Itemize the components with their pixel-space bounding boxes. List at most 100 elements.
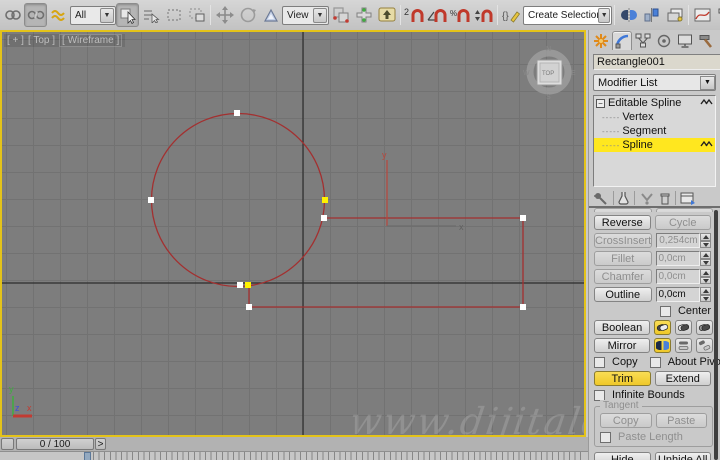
- bind-to-space-warp-icon[interactable]: [47, 3, 70, 27]
- fillet-value[interactable]: 0,0cm: [655, 251, 700, 266]
- rectangular-selection-region-icon[interactable]: [162, 3, 185, 27]
- unlink-selection-icon[interactable]: [24, 3, 47, 27]
- viewcube-south[interactable]: S: [546, 94, 551, 101]
- spinner-arrows[interactable]: [700, 233, 711, 248]
- stack-row-segment[interactable]: ----- Segment: [594, 124, 715, 138]
- tangent-copy-button[interactable]: Copy: [600, 413, 652, 428]
- editable-spline-shape[interactable]: [150, 112, 524, 308]
- extend-button[interactable]: Extend: [654, 371, 711, 386]
- vertex-handle-selected[interactable]: [245, 282, 251, 288]
- about-pivot-checkbox[interactable]: [649, 356, 661, 368]
- boolean-intersection-button[interactable]: [696, 320, 713, 335]
- named-selection-set-dropdown[interactable]: Create Selection Se ▼: [523, 5, 612, 25]
- keyboard-shortcut-override-icon[interactable]: [375, 3, 398, 27]
- tab-utilities[interactable]: [696, 31, 716, 50]
- modifier-list-dropdown[interactable]: Modifier List ▼: [593, 74, 716, 91]
- spinner-arrows[interactable]: [700, 287, 711, 302]
- tab-create[interactable]: [591, 31, 611, 50]
- cross-insert-button[interactable]: CrossInsert: [594, 233, 653, 248]
- configure-modifier-sets-icon[interactable]: [680, 191, 696, 205]
- tangent-paste-button[interactable]: Paste: [655, 413, 707, 428]
- vertex-handle[interactable]: [148, 197, 154, 203]
- chamfer-button[interactable]: Chamfer: [594, 269, 652, 284]
- unhide-all-button[interactable]: Unhide All: [654, 452, 711, 460]
- next-frame-button[interactable]: >: [95, 438, 106, 450]
- remove-modifier-icon[interactable]: [659, 191, 671, 205]
- select-object-icon[interactable]: [116, 3, 139, 27]
- mirror-vertically-button[interactable]: [675, 338, 692, 353]
- angle-snap-icon[interactable]: [426, 3, 449, 27]
- fillet-spinner[interactable]: 0,0cm: [655, 251, 711, 266]
- mirror-icon[interactable]: [617, 3, 640, 27]
- fillet-button[interactable]: Fillet: [594, 251, 652, 266]
- mirror-horizontally-button[interactable]: [654, 338, 671, 353]
- snaps-toggle-2d-icon[interactable]: 2: [403, 3, 426, 27]
- track-bar[interactable]: [0, 451, 588, 460]
- select-and-rotate-icon[interactable]: [236, 3, 259, 27]
- stack-row-spline-selected[interactable]: ----- Spline: [594, 138, 715, 152]
- select-and-manipulate-icon[interactable]: [352, 3, 375, 27]
- vertex-handle[interactable]: [520, 304, 526, 310]
- schematic-view-icon[interactable]: [714, 3, 720, 27]
- vertex-handle-selected[interactable]: [322, 197, 328, 203]
- vertex-handle[interactable]: [234, 110, 240, 116]
- select-and-move-icon[interactable]: [213, 3, 236, 27]
- select-and-link-icon[interactable]: [1, 3, 24, 27]
- viewport-menu-shading[interactable]: [ Wireframe ]: [59, 34, 123, 47]
- make-unique-icon[interactable]: [639, 191, 655, 205]
- tab-modify[interactable]: [612, 31, 632, 50]
- chamfer-value[interactable]: 0,0cm: [655, 269, 700, 284]
- show-end-result-icon[interactable]: [618, 191, 630, 205]
- viewport-menu-view[interactable]: [ Top ]: [28, 35, 55, 46]
- mirror-button[interactable]: Mirror: [594, 338, 650, 353]
- stack-row-vertex[interactable]: ----- Vertex: [594, 110, 715, 124]
- use-pivot-point-center-icon[interactable]: [329, 3, 352, 27]
- viewcube-east[interactable]: E: [571, 70, 576, 77]
- spline-rectangle[interactable]: [248, 217, 524, 308]
- boolean-subtraction-button[interactable]: [675, 320, 692, 335]
- tab-motion[interactable]: [654, 31, 674, 50]
- stack-row-editable-spline[interactable]: − Editable Spline: [594, 96, 715, 110]
- collapse-icon[interactable]: −: [596, 98, 605, 108]
- select-and-scale-icon[interactable]: [259, 3, 282, 27]
- spline-circle[interactable]: [150, 112, 326, 288]
- cross-insert-spinner[interactable]: 0,254cm: [656, 233, 711, 248]
- mirror-both-button[interactable]: [696, 338, 713, 353]
- vertex-handle[interactable]: [520, 215, 526, 221]
- hide-button[interactable]: Hide: [594, 452, 651, 460]
- tab-display[interactable]: [675, 31, 695, 50]
- copy-checkbox[interactable]: [594, 356, 605, 368]
- spinner-arrows[interactable]: [700, 269, 711, 284]
- select-by-name-icon[interactable]: [139, 3, 162, 27]
- viewport-menu-expand[interactable]: [ + ]: [7, 35, 24, 46]
- viewport-top[interactable]: y x N E S W TOP y x z [+] [Top] [Wi…: [0, 30, 586, 437]
- edit-named-selection-sets-icon[interactable]: {}: [500, 3, 523, 27]
- tab-hierarchy[interactable]: [633, 31, 653, 50]
- vertex-handle[interactable]: [246, 304, 252, 310]
- viewcube-north[interactable]: N: [546, 46, 551, 53]
- time-slider-frame-button[interactable]: 0 / 100: [16, 438, 94, 450]
- cycle-button[interactable]: Cycle: [654, 215, 711, 230]
- outline-button[interactable]: Outline: [594, 287, 652, 302]
- window-crossing-icon[interactable]: [185, 3, 208, 27]
- cross-insert-value[interactable]: 0,254cm: [656, 233, 700, 248]
- track-bar-slider[interactable]: [84, 452, 91, 460]
- outline-value[interactable]: 0,0cm: [655, 287, 700, 302]
- viewcube-west[interactable]: W: [523, 70, 530, 77]
- percent-snap-icon[interactable]: %: [449, 3, 472, 27]
- viewcube[interactable]: N E S W TOP: [523, 46, 576, 101]
- layer-manager-icon[interactable]: [663, 3, 686, 27]
- spinner-arrows[interactable]: [700, 251, 711, 266]
- trim-button[interactable]: Trim: [594, 371, 651, 386]
- center-checkbox[interactable]: [659, 305, 671, 317]
- rollout-scrollbar[interactable]: [714, 210, 718, 460]
- curve-editor-icon[interactable]: [691, 3, 714, 27]
- outline-spinner[interactable]: 0,0cm: [655, 287, 711, 302]
- reverse-button[interactable]: Reverse: [594, 215, 651, 230]
- vertex-handle[interactable]: [237, 282, 243, 288]
- viewcube-face-label[interactable]: TOP: [542, 71, 554, 77]
- spinner-snap-icon[interactable]: [472, 3, 495, 27]
- selection-filter-dropdown[interactable]: All ▼: [70, 5, 116, 25]
- pin-stack-icon[interactable]: [593, 191, 609, 205]
- align-icon[interactable]: [640, 3, 663, 27]
